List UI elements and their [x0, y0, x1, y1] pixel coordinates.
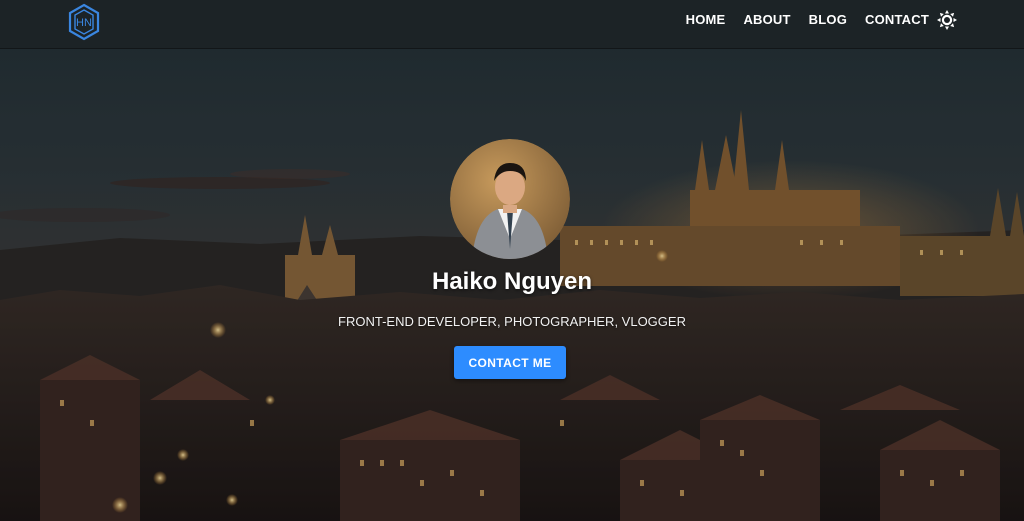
nav-link-blog[interactable]: BLOG: [800, 12, 856, 28]
logo-icon[interactable]: HN: [64, 2, 104, 42]
main-nav: HOME ABOUT BLOG CONTACT: [677, 12, 938, 28]
sun-icon[interactable]: [937, 10, 957, 30]
contact-me-button[interactable]: CONTACT ME: [454, 346, 566, 379]
avatar: [450, 139, 570, 259]
logo-text: HN: [76, 17, 92, 29]
top-navbar: HN HOME ABOUT BLOG CONTACT: [0, 0, 1024, 49]
nav-link-about[interactable]: ABOUT: [734, 12, 799, 28]
hero-subtitle: FRONT-END DEVELOPER, PHOTOGRAPHER, VLOGG…: [338, 314, 686, 329]
hero-background-image: [0, 0, 1024, 521]
hero-section: HN HOME ABOUT BLOG CONTACT Haiko Nguyen …: [0, 0, 1024, 521]
nav-link-home[interactable]: HOME: [677, 12, 735, 28]
hero-name: Haiko Nguyen: [431, 268, 593, 295]
nav-link-contact[interactable]: CONTACT: [856, 12, 938, 28]
